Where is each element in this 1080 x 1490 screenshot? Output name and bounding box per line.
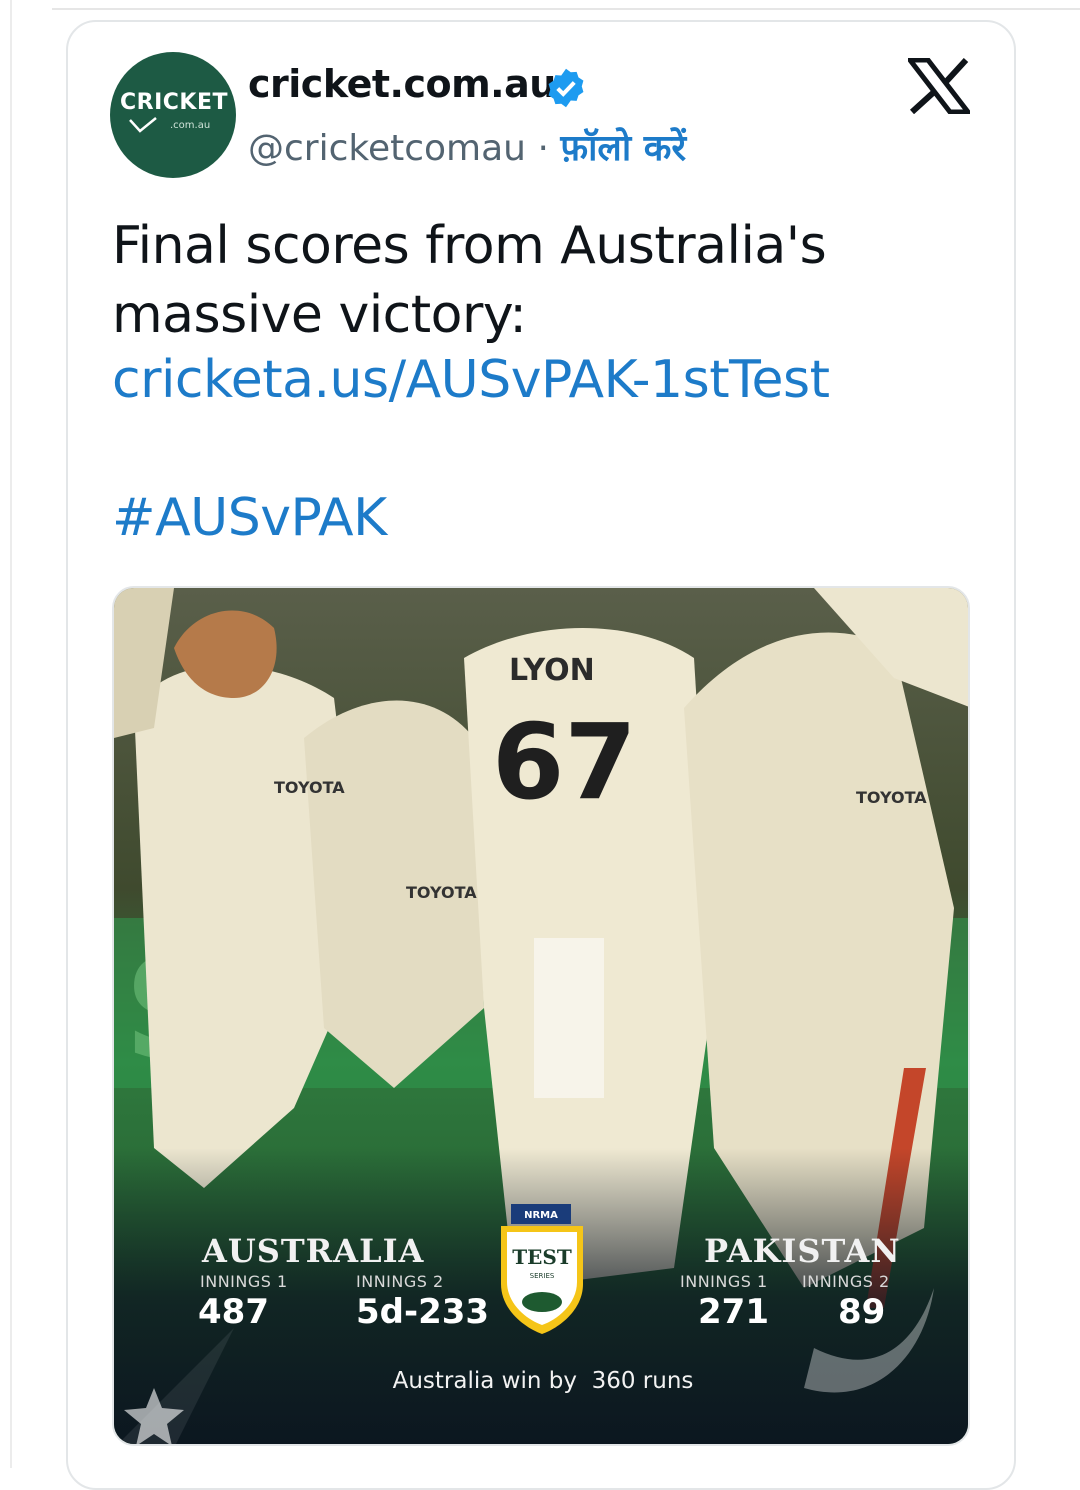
handle[interactable]: @cricketcomau xyxy=(248,128,526,169)
checkmark-swoosh-icon xyxy=(129,117,157,133)
badge-sub-text: SERIES xyxy=(530,1272,555,1280)
handle-row: @cricketcomau · फ़ॉलो करें xyxy=(248,122,686,171)
innings-label: INNINGS 2 xyxy=(802,1272,890,1291)
avatar-logo-subtext: .com.au xyxy=(170,120,211,131)
top-divider xyxy=(52,8,1080,10)
avatar-logo-text: CRICKET xyxy=(120,90,228,115)
innings-score: 271 xyxy=(698,1292,769,1332)
verified-badge-icon xyxy=(548,68,584,108)
innings-label: INNINGS 1 xyxy=(680,1272,768,1291)
match-result: Australia win by 360 runs xyxy=(392,1368,694,1394)
badge-main-text: TEST xyxy=(512,1245,572,1269)
innings-score: 487 xyxy=(198,1292,269,1332)
team-name-australia: AUSTRALIA xyxy=(202,1232,425,1270)
avatar[interactable]: CRICKET .com.au xyxy=(110,52,236,178)
tweet-link[interactable]: cricketa.us/AUSvPAK-1stTest xyxy=(112,350,830,410)
badge-sponsor: NRMA xyxy=(524,1210,558,1221)
tweet-media-image[interactable]: S LYON 67 TOYOTA TOYOTA TOYOTA AUSTRALIA… xyxy=(112,586,970,1446)
tweet-text: Final scores from Australia's massive vi… xyxy=(112,216,827,345)
innings-score: 89 xyxy=(838,1292,886,1332)
innings-label: INNINGS 1 xyxy=(200,1272,288,1291)
scorecard-overlay: AUSTRALIA INNINGS 1 487 INNINGS 2 5d-233… xyxy=(114,588,968,1444)
team-name-pakistan: PAKISTAN xyxy=(704,1232,901,1270)
follow-button[interactable]: फ़ॉलो करें xyxy=(560,128,686,169)
hashtag-link[interactable]: #AUSvPAK xyxy=(112,488,387,548)
x-logo-icon[interactable] xyxy=(908,58,970,114)
left-divider xyxy=(10,0,12,1468)
innings-label: INNINGS 2 xyxy=(356,1272,444,1291)
innings-score: 5d-233 xyxy=(356,1292,490,1332)
test-series-badge-icon: NRMA TEST SERIES xyxy=(501,1204,583,1334)
display-name[interactable]: cricket.com.au xyxy=(248,62,556,106)
separator: · xyxy=(537,128,549,169)
